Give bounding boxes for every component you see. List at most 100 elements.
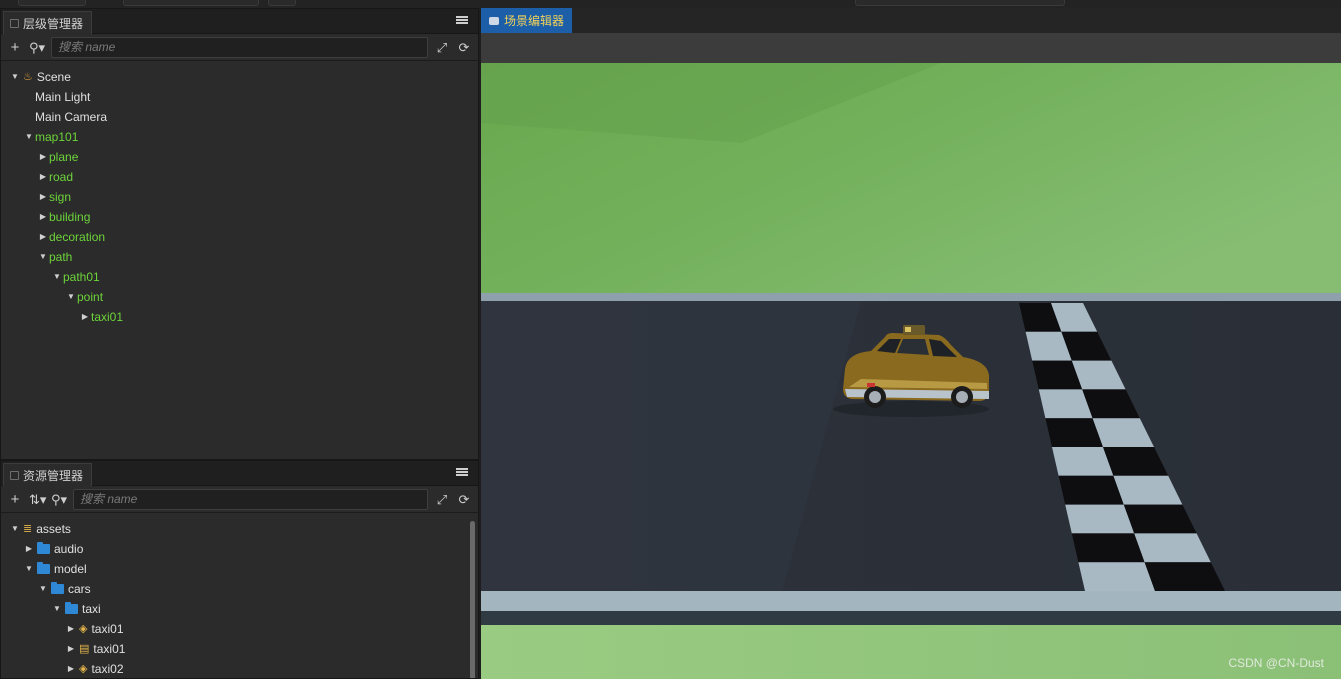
hierarchy-node[interactable]: ▶ taxi01: [79, 307, 123, 327]
expand-arrow-icon[interactable]: ▶: [37, 147, 49, 167]
collapse-arrow-icon[interactable]: ▼: [37, 579, 49, 599]
top-tab-ghost[interactable]: [123, 0, 259, 6]
scene-toolbar: [481, 33, 1341, 63]
hierarchy-icon: [10, 18, 19, 28]
collapse-arrow-icon[interactable]: ▼: [23, 127, 35, 147]
finish-line-tile: [1071, 533, 1145, 563]
assets-search-input[interactable]: 搜索 name: [73, 488, 428, 510]
scene-viewport[interactable]: [481, 63, 1341, 679]
search-type-icon[interactable]: ⚲▾: [51, 493, 67, 506]
asset-node[interactable]: ▼ cars: [37, 579, 91, 599]
top-strip: [0, 0, 1341, 8]
tree-node-label: taxi02: [91, 662, 124, 676]
hierarchy-node[interactable]: ▶ road: [37, 167, 73, 187]
asset-node[interactable]: ▶ ◈ taxi01: [65, 619, 124, 639]
expand-arrow-icon[interactable]: ▶: [37, 227, 49, 247]
collapse-arrow-icon[interactable]: ▼: [65, 287, 77, 307]
hierarchy-node[interactable]: ▼ path01: [51, 267, 100, 287]
assets-scrollbar[interactable]: [470, 521, 475, 678]
search-type-icon[interactable]: ⚲▾: [29, 41, 45, 54]
scene-tab-label: 场景编辑器: [504, 14, 565, 28]
finish-line-tile: [1052, 447, 1114, 476]
top-tab-ghost[interactable]: [18, 0, 86, 6]
expand-arrow-icon[interactable]: ▶: [37, 187, 49, 207]
tree-node-label: path01: [63, 270, 100, 284]
model-layers-icon: ◈: [79, 623, 88, 635]
hierarchy-node[interactable]: ▶ decoration: [37, 227, 105, 247]
top-tab-ghost[interactable]: [855, 0, 1065, 6]
collapse-arrow-icon[interactable]: ▼: [51, 267, 63, 287]
hierarchy-tabbar: 层级管理器: [1, 9, 478, 34]
asset-node[interactable]: ▼ model: [23, 559, 87, 579]
hierarchy-node[interactable]: ▶ building: [37, 207, 90, 227]
sort-icon[interactable]: ⇅▾: [29, 493, 46, 506]
finish-line-tile: [1065, 504, 1135, 534]
tree-node-label: Main Camera: [35, 110, 108, 124]
hierarchy-menu-button[interactable]: [456, 14, 468, 26]
asset-node[interactable]: ▼ ≣ assets: [9, 519, 71, 539]
expand-all-icon[interactable]: ⤢: [434, 41, 450, 54]
assets-toolbar: + ⇅▾ ⚲▾ 搜索 name ⤢ ⟳: [1, 486, 478, 513]
expand-arrow-icon[interactable]: ▶: [37, 207, 49, 227]
tree-node-label: Main Light: [35, 90, 91, 104]
tree-node-label: taxi01: [93, 642, 126, 656]
tree-node-label: taxi01: [91, 310, 124, 324]
collapse-arrow-icon[interactable]: ▼: [37, 247, 49, 267]
assets-menu-button[interactable]: [456, 466, 468, 478]
expand-arrow-icon[interactable]: ▶: [65, 639, 77, 659]
expand-all-icon[interactable]: ⤢: [434, 493, 450, 506]
hierarchy-toolbar: + ⚲▾ 搜索 name ⤢ ⟳: [1, 34, 478, 61]
tree-node-label: decoration: [49, 230, 106, 244]
tree-node-label: plane: [49, 150, 79, 164]
hierarchy-search-input[interactable]: 搜索 name: [51, 36, 428, 58]
hierarchy-node[interactable]: ▼ path: [37, 247, 72, 267]
scene-editor: 场景编辑器 CSDN @CN-Dust: [481, 8, 1341, 679]
collapse-arrow-icon[interactable]: ▼: [51, 599, 63, 619]
refresh-icon[interactable]: ⟳: [456, 41, 472, 54]
tree-node-label: sign: [49, 190, 72, 204]
folder-icon: [37, 562, 50, 574]
collapse-arrow-icon[interactable]: ▼: [9, 67, 21, 87]
expand-arrow-icon[interactable]: ▶: [37, 167, 49, 187]
hierarchy-node[interactable]: ▼ map101: [23, 127, 78, 147]
curb-bottom: [481, 591, 1341, 611]
hierarchy-node[interactable]: ▼ ♨ Scene: [9, 67, 71, 87]
expand-arrow-icon[interactable]: ▶: [65, 659, 77, 678]
asset-node[interactable]: ▶ audio: [23, 539, 83, 559]
assets-tab-label: 资源管理器: [23, 468, 84, 483]
refresh-icon[interactable]: ⟳: [456, 493, 472, 506]
curb-top: [481, 293, 1341, 301]
tree-node-label: taxi01: [91, 622, 124, 636]
tree-node-label: map101: [35, 130, 79, 144]
tree-node-label: point: [77, 290, 104, 304]
scene-tabbar: 场景编辑器: [481, 8, 1341, 33]
asset-node[interactable]: ▼ taxi: [51, 599, 101, 619]
tree-node-label: audio: [54, 542, 84, 556]
assets-tab[interactable]: 资源管理器: [3, 463, 93, 486]
tree-node-label: building: [49, 210, 91, 224]
folder-icon: [37, 542, 50, 554]
expand-arrow-icon[interactable]: ▶: [23, 539, 35, 559]
hierarchy-tab[interactable]: 层级管理器: [3, 11, 93, 34]
scene-editor-tab[interactable]: 场景编辑器: [481, 8, 573, 33]
top-tab-ghost[interactable]: [268, 0, 296, 6]
expand-arrow-icon[interactable]: ▶: [79, 307, 91, 327]
hierarchy-node[interactable]: ▶ plane: [37, 147, 78, 167]
scene-flame-icon: ♨: [23, 71, 33, 83]
watermark: CSDN @CN-Dust: [1228, 656, 1324, 670]
assets-tabbar: 资源管理器: [1, 461, 478, 486]
collapse-arrow-icon[interactable]: ▼: [23, 559, 35, 579]
collapse-arrow-icon[interactable]: ▼: [9, 519, 21, 539]
expand-arrow-icon[interactable]: ▶: [65, 619, 77, 639]
hierarchy-node[interactable]: ▶ sign: [37, 187, 71, 207]
asset-node[interactable]: ▶ ◈ taxi02: [65, 659, 124, 678]
hierarchy-node[interactable]: Main Light: [23, 87, 90, 107]
tree-node-label: taxi: [82, 602, 101, 616]
tree-node-label: path: [49, 250, 73, 264]
add-node-button[interactable]: +: [7, 40, 23, 55]
add-asset-button[interactable]: +: [7, 492, 23, 507]
hierarchy-node[interactable]: Main Camera: [23, 107, 107, 127]
hierarchy-node[interactable]: ▼ point: [65, 287, 103, 307]
prefab-icon: ▤: [79, 643, 90, 655]
asset-node[interactable]: ▶ ▤ taxi01: [65, 639, 126, 659]
